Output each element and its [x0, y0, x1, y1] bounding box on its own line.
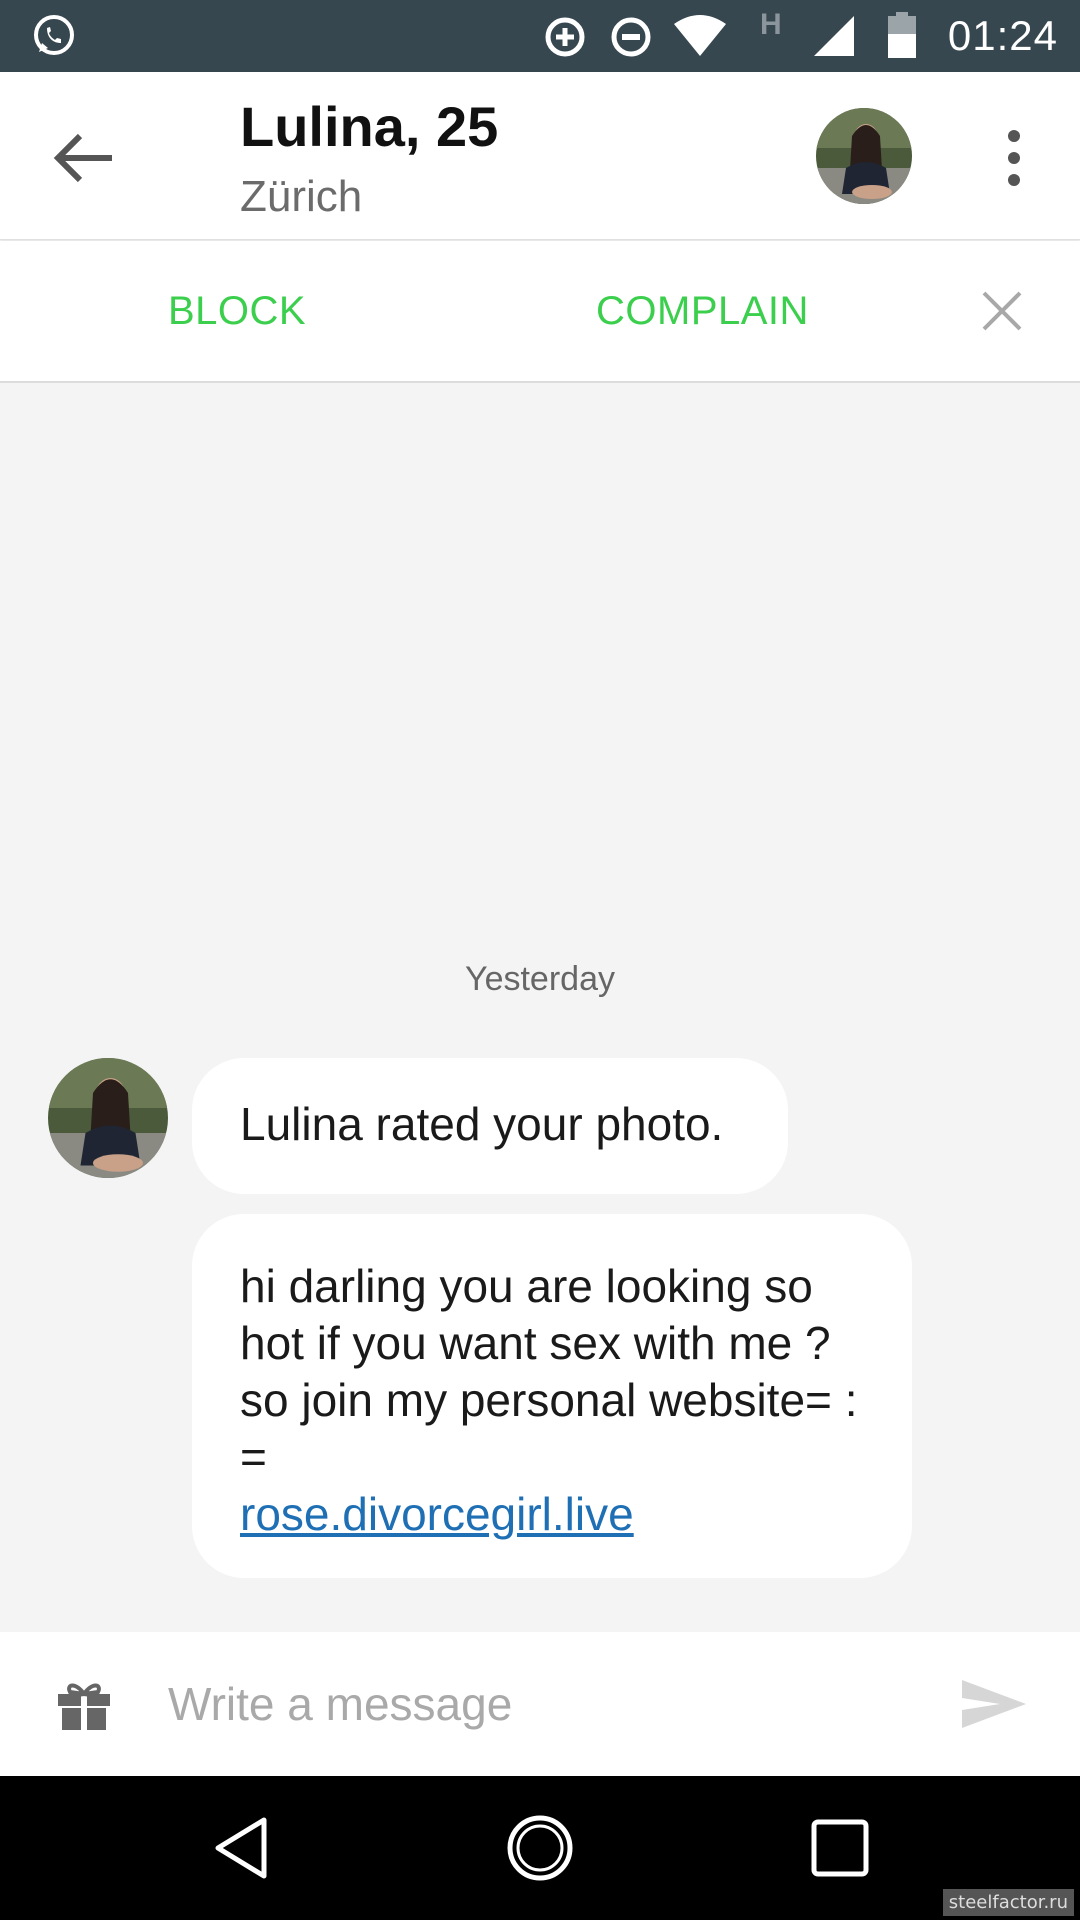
- do-not-disturb-icon: [611, 17, 651, 57]
- close-icon[interactable]: [980, 289, 1024, 333]
- date-separator: Yesterday: [465, 960, 615, 998]
- chat-header: Lulina, 25 Zürich: [0, 72, 1080, 240]
- message-bubble: hi darling you are looking so hot if you…: [192, 1214, 912, 1578]
- back-arrow-icon[interactable]: [48, 122, 120, 194]
- more-vert-icon[interactable]: [996, 128, 1032, 188]
- message-text: Lulina rated your photo.: [240, 1098, 724, 1150]
- contact-name[interactable]: Lulina, 25: [240, 94, 498, 159]
- wifi-icon: [674, 15, 726, 56]
- avatar-photo: [48, 1058, 168, 1178]
- battery-icon: [888, 12, 916, 58]
- complain-button[interactable]: COMPLAIN: [596, 289, 809, 334]
- message-link[interactable]: rose.divorcegirl.live: [240, 1486, 864, 1543]
- avatar-photo: [816, 108, 912, 204]
- composer-bar: [0, 1632, 1080, 1776]
- nav-back-icon[interactable]: [206, 1812, 278, 1884]
- message-bubble: Lulina rated your photo.: [192, 1058, 788, 1194]
- send-icon[interactable]: [960, 1676, 1028, 1732]
- status-time: 01:24: [947, 12, 1058, 59]
- nav-recents-icon[interactable]: [804, 1812, 876, 1884]
- action-bar: BLOCK COMPLAIN: [0, 241, 1080, 383]
- message-text: hi darling you are looking so hot if you…: [240, 1260, 858, 1483]
- watermark: steelfactor.ru: [942, 1889, 1074, 1916]
- cell-signal-icon: [814, 16, 854, 56]
- avatar[interactable]: [816, 108, 912, 204]
- data-saver-icon: [545, 17, 585, 57]
- block-button[interactable]: BLOCK: [168, 289, 306, 334]
- contact-city: Zürich: [240, 172, 363, 221]
- status-bar: H 01:24: [0, 0, 1080, 72]
- message-input[interactable]: [168, 1668, 928, 1740]
- gift-icon[interactable]: [56, 1680, 112, 1732]
- nav-home-icon[interactable]: [504, 1812, 576, 1884]
- whatsapp-icon: [34, 15, 74, 55]
- network-type: H: [760, 8, 782, 41]
- navigation-bar: steelfactor.ru: [0, 1776, 1080, 1920]
- message-avatar[interactable]: [48, 1058, 168, 1178]
